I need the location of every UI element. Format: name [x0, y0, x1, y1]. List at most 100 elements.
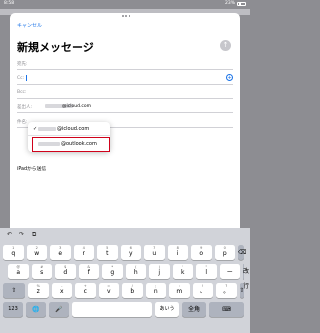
key-label: s [40, 269, 44, 276]
key-label: o [199, 250, 204, 257]
key-d[interactable]: $ d [55, 264, 76, 279]
key-label: k [181, 269, 185, 276]
text-cursor [26, 74, 27, 81]
key-label: l [205, 269, 208, 276]
account-redacted [38, 127, 56, 131]
globe-icon[interactable]: 🌐 [26, 302, 46, 317]
account-email: @icloud.com [57, 126, 90, 132]
from-value: @icloud.com [62, 104, 91, 109]
send-arrow-up-icon[interactable]: ↑ [220, 40, 231, 51]
status-time: 8:58 [4, 1, 15, 6]
backspace-icon[interactable]: ⌫ [238, 245, 246, 260]
sheet-grabber[interactable] [122, 15, 131, 17]
key-a[interactable]: @ a [8, 264, 29, 279]
key-label: a [16, 269, 21, 276]
key-label: g [110, 269, 115, 276]
key-label: 。 [223, 288, 230, 295]
to-label: 宛先: [17, 62, 28, 67]
key-label: w [34, 250, 40, 257]
key-y[interactable]: 6y [120, 245, 141, 260]
shift-right-icon[interactable]: ⇧ [239, 283, 245, 298]
key-label: e [58, 250, 63, 257]
status-right: 23% [225, 1, 246, 6]
microphone-icon[interactable]: 🎤 [49, 302, 69, 317]
key-b[interactable]: / b [122, 283, 143, 298]
key-label: y [128, 250, 133, 257]
key-label: t [106, 250, 109, 257]
key-j[interactable]: ) j [149, 264, 170, 279]
key-u[interactable]: 7u [144, 245, 165, 260]
highlight-box [32, 137, 110, 152]
key-z[interactable]: % z [28, 283, 49, 298]
bcc-label: Bcc: [17, 90, 27, 95]
key-n[interactable]: ; n [145, 283, 166, 298]
key-q[interactable]: 1q [3, 245, 24, 260]
numbers-key[interactable]: 123 [3, 302, 23, 317]
keyboard-toolbar: ↶ ↷ ⧉ [0, 228, 250, 243]
signature-text[interactable]: iPadから送信 [17, 165, 46, 172]
from-label: 差出人: [17, 105, 33, 110]
key-label: p [222, 250, 227, 257]
key-label: q [11, 250, 16, 257]
battery-icon [237, 1, 246, 6]
key-x[interactable]: -x [51, 283, 72, 298]
key-g[interactable]: * g [102, 264, 123, 279]
key-label: i [176, 250, 179, 257]
key-w[interactable]: 2w [26, 245, 47, 260]
key-label: x [59, 288, 64, 295]
key-label: r [82, 250, 85, 257]
key-label: f [87, 269, 90, 276]
account-option-icloud[interactable]: ✓ @icloud.com [28, 122, 110, 136]
zenkaku-key[interactable]: 全角 [182, 302, 206, 317]
key-label: b [130, 288, 135, 295]
key-comma[interactable]: !、 [192, 283, 213, 298]
cancel-button[interactable]: キャンセル [17, 22, 42, 29]
key-period[interactable]: ?。 [216, 283, 237, 298]
key-h[interactable]: (h [125, 264, 146, 279]
checkmark-icon: ✓ [33, 125, 38, 132]
redo-icon[interactable]: ↷ [19, 231, 24, 238]
key-c[interactable]: + c [75, 283, 96, 298]
key-label: ー [226, 269, 233, 276]
key-label: 、 [199, 288, 206, 295]
return-button[interactable]: 改行 [243, 264, 249, 290]
key-label: d [63, 269, 68, 276]
key-label: j [158, 269, 161, 276]
key-label: m [176, 288, 183, 295]
to-field[interactable]: 宛先: [17, 56, 233, 70]
key-s[interactable]: # s [31, 264, 52, 279]
key-k[interactable]: ' k [172, 264, 193, 279]
cc-label: Cc: [17, 76, 25, 81]
add-contact-icon[interactable]: + [226, 74, 233, 81]
status-bar: 8:58 23% [0, 0, 250, 9]
key-long-vowel[interactable]: ー [219, 264, 240, 279]
key-label: c [83, 288, 87, 295]
key-label: v [106, 288, 111, 295]
key-i[interactable]: 8i [167, 245, 188, 260]
hide-keyboard-icon[interactable]: ⌨ [209, 302, 244, 317]
key-label: h [133, 269, 138, 276]
compose-sheet: キャンセル 新規メッセージ ↑ 宛先: Cc: + Bcc: 差出人: @icl… [10, 13, 240, 228]
paste-icon[interactable]: ⧉ [32, 231, 36, 239]
key-label: n [153, 288, 158, 295]
bcc-field[interactable]: Bcc: [17, 85, 233, 99]
undo-icon[interactable]: ↶ [7, 231, 12, 238]
aiueo-key[interactable]: あいう [155, 302, 179, 317]
cc-field[interactable]: Cc: + [17, 71, 233, 85]
space-bar[interactable] [72, 302, 152, 317]
key-e[interactable]: 3e [50, 245, 71, 260]
key-f[interactable]: & f [78, 264, 99, 279]
key-o[interactable]: 9o [191, 245, 212, 260]
subject-label: 件名: [17, 120, 28, 125]
key-l[interactable]: " l [196, 264, 217, 279]
key-r[interactable]: 4r [73, 245, 94, 260]
page-title: 新規メッセージ [17, 41, 94, 54]
key-m[interactable]: :m [169, 283, 190, 298]
shift-left-icon[interactable]: ⇧ [3, 283, 25, 298]
key-label: u [152, 250, 157, 257]
key-label: z [36, 288, 40, 295]
key-t[interactable]: 5t [97, 245, 118, 260]
from-field[interactable]: 差出人: @icloud.com [17, 99, 233, 113]
key-p[interactable]: 0p [214, 245, 235, 260]
key-v[interactable]: = v [98, 283, 119, 298]
